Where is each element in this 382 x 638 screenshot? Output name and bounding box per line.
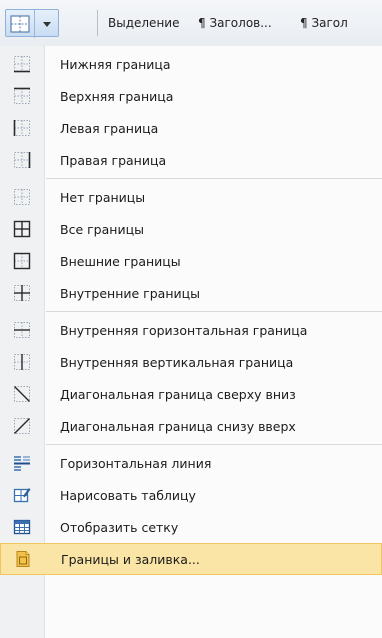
- menu-item-label: Левая граница: [60, 120, 159, 136]
- menu-item-label: Границы и заливка...: [61, 551, 200, 567]
- menu-item-label: Все границы: [60, 221, 144, 237]
- menu-item-label: Нарисовать таблицу: [60, 487, 196, 503]
- menu-item-inside-vertical[interactable]: Внутренняя вертикальная граница: [0, 346, 382, 378]
- menu-item-label: Верхняя граница: [60, 88, 174, 104]
- menu-separator: [46, 444, 382, 445]
- border-inside-vertical-icon: [14, 354, 30, 370]
- draw-table-icon: [13, 488, 31, 503]
- menu-item-label: Внутренняя вертикальная граница: [60, 354, 294, 370]
- menu-item-label: Правая граница: [60, 152, 167, 168]
- menu-separator: [46, 311, 382, 312]
- chevron-down-icon: [43, 21, 51, 27]
- menu-item-no-border[interactable]: Нет границы: [0, 181, 382, 213]
- menu-item-label: Нижняя граница: [60, 56, 171, 72]
- toolbar-separator: [97, 10, 98, 36]
- menu-item-label: Отобразить сетку: [60, 519, 179, 535]
- ribbon-toolbar: Выделение ¶ Заголов... ¶ Загол: [0, 0, 382, 47]
- border-all-icon: [13, 220, 31, 238]
- menu-item-horizontal-line[interactable]: Горизонтальная линия: [0, 447, 382, 479]
- style-heading-1[interactable]: ¶ Заголов...: [198, 16, 272, 30]
- menu-item-label: Внутренние границы: [60, 285, 201, 301]
- menu-item-label: Диагональная граница снизу вверх: [60, 418, 296, 434]
- menu-item-draw-table[interactable]: Нарисовать таблицу: [0, 479, 382, 511]
- border-right-icon: [14, 152, 31, 168]
- menu-item-diagonal-up[interactable]: Диагональная граница снизу вверх: [0, 410, 382, 442]
- menu-item-label: Внешние границы: [60, 253, 181, 269]
- border-inside-icon: [14, 285, 30, 301]
- diagonal-down-icon: [14, 386, 30, 402]
- menu-item-label: Горизонтальная линия: [60, 455, 212, 471]
- menu-item-diagonal-down[interactable]: Диагональная граница сверху вниз: [0, 378, 382, 410]
- menu-item-right-border[interactable]: Правая граница: [0, 144, 382, 176]
- menu-item-outside-borders[interactable]: Внешние границы: [0, 245, 382, 277]
- menu-item-label: Диагональная граница сверху вниз: [60, 386, 296, 402]
- horizontal-line-icon: [14, 456, 30, 471]
- border-outside-icon: [13, 252, 31, 270]
- menu-item-borders-and-shading[interactable]: Границы и заливка...: [0, 543, 382, 575]
- border-bottom-icon: [14, 56, 30, 73]
- menu-item-top-border[interactable]: Верхняя граница: [0, 80, 382, 112]
- menu-item-bottom-border[interactable]: Нижняя граница: [0, 48, 382, 80]
- menu-item-inside-horizontal[interactable]: Внутренняя горизонтальная граница: [0, 314, 382, 346]
- view-gridlines-icon: [13, 519, 31, 535]
- style-selection[interactable]: Выделение: [108, 16, 179, 30]
- style-heading-2[interactable]: ¶ Загол: [300, 16, 348, 30]
- menu-item-label: Внутренняя горизонтальная граница: [60, 322, 308, 338]
- border-left-icon: [13, 120, 30, 136]
- borders-shading-icon: [16, 551, 30, 567]
- menu-item-inside-borders[interactable]: Внутренние границы: [0, 277, 382, 309]
- border-none-icon: [14, 189, 30, 205]
- borders-dropdown-arrow[interactable]: [34, 10, 56, 38]
- border-inside-horizontal-icon: [14, 322, 30, 338]
- menu-item-view-gridlines[interactable]: Отобразить сетку: [0, 511, 382, 543]
- borders-grid-icon[interactable]: [10, 15, 30, 33]
- border-top-icon: [14, 87, 30, 104]
- borders-dropdown-menu: Нижняя граница Верхняя граница Левая гра…: [0, 46, 382, 638]
- diagonal-up-icon: [14, 418, 30, 434]
- menu-separator: [46, 178, 382, 179]
- menu-item-all-borders[interactable]: Все границы: [0, 213, 382, 245]
- borders-split-button[interactable]: [5, 9, 59, 38]
- menu-item-label: Нет границы: [60, 189, 146, 205]
- menu-item-left-border[interactable]: Левая граница: [0, 112, 382, 144]
